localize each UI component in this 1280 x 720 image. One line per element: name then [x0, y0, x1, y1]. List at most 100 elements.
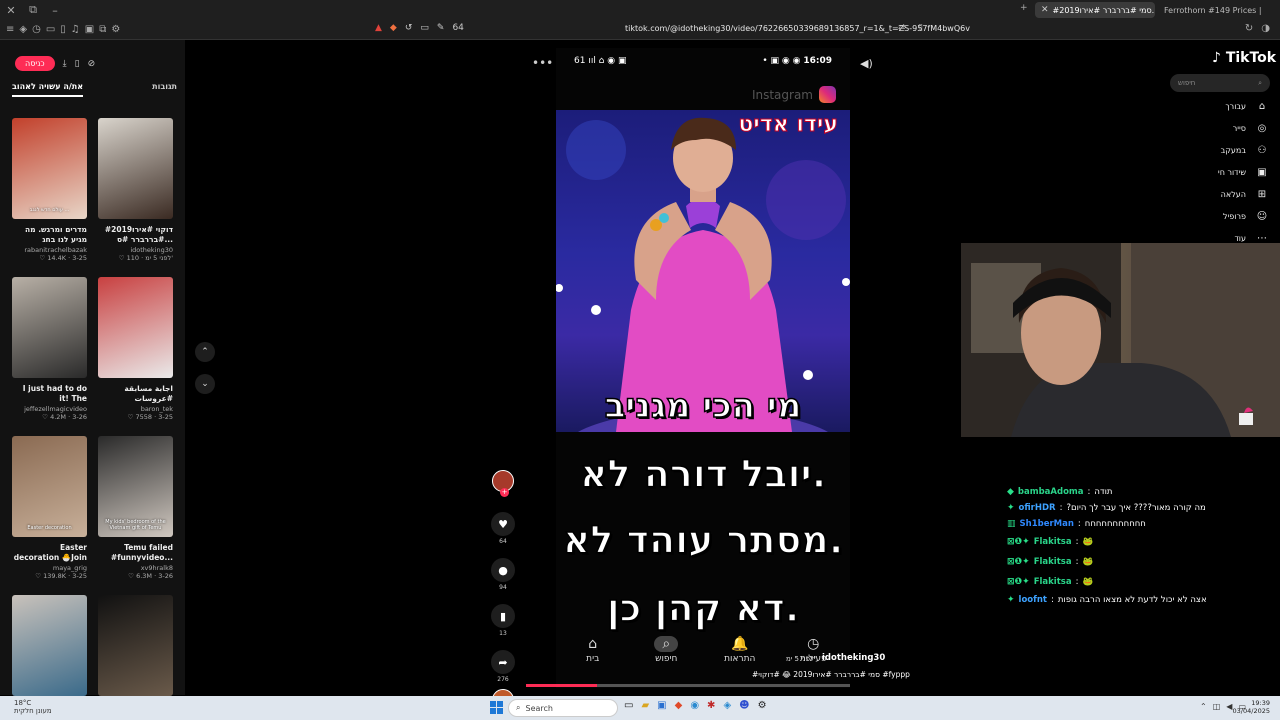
- close-window-icon[interactable]: ✕: [0, 4, 22, 17]
- video-card[interactable]: My kids' bedroom of the Vietnam gift of …: [98, 436, 173, 591]
- share-icon[interactable]: ⇄: [898, 23, 906, 33]
- phone-icon[interactable]: ▯: [75, 59, 80, 69]
- author-avatar[interactable]: +: [492, 470, 514, 497]
- tiktok-nav-item[interactable]: סייר ◎: [1233, 122, 1268, 134]
- video-card[interactable]: #דוקוי #אירו2019 #בררברר #ס... idotheking…: [98, 118, 173, 273]
- vscode-icon[interactable]: ◈: [723, 700, 731, 711]
- share-button[interactable]: ➦: [491, 650, 515, 674]
- video-thumbnail[interactable]: [98, 118, 173, 219]
- phone-nav-item[interactable]: ⌕ חיפוש: [637, 636, 695, 676]
- weather-widget[interactable]: 18°C מעונן חלקית: [14, 699, 52, 715]
- like-button[interactable]: ♥: [491, 512, 515, 536]
- video-thumbnail[interactable]: [98, 595, 173, 696]
- network-icon[interactable]: ◫: [1213, 702, 1221, 711]
- video-thumbnail[interactable]: [12, 595, 87, 696]
- file-explorer-icon[interactable]: ▰: [641, 700, 649, 711]
- shield-icon[interactable]: ◈: [19, 24, 27, 35]
- tiktok-nav-item[interactable]: שידור חי ▣: [1218, 166, 1268, 178]
- alert-icon[interactable]: ▲: [375, 23, 382, 33]
- video-thumbnail[interactable]: עולם חדש לנגב ...: [12, 118, 87, 219]
- close-icon[interactable]: ✕: [1041, 5, 1049, 15]
- video-card[interactable]: Easter decoration Easter decoration 🐣Join…: [12, 436, 87, 591]
- card-author[interactable]: maya_grig: [12, 564, 87, 572]
- chat-username[interactable]: Flakitsa: [1034, 557, 1072, 567]
- brave-shield-icon[interactable]: ◆: [390, 23, 397, 33]
- compass-icon[interactable]: ⊘: [88, 59, 96, 69]
- tiktok-nav-item[interactable]: עבורך ⌂: [1225, 100, 1268, 112]
- video-player[interactable]: 61 ııl ⌂ ◉ ▣ • ▣ ◉ ◉ 16:09 Instagram עיד…: [556, 48, 850, 688]
- tab-you-may-like[interactable]: את/ה עשויה לאהוב: [12, 82, 84, 97]
- speaker-icon[interactable]: ◀: [1226, 702, 1232, 711]
- next-video-button[interactable]: ⌄: [195, 374, 215, 394]
- discord-icon[interactable]: ☻: [739, 700, 749, 711]
- music-icon[interactable]: ♫: [71, 24, 80, 35]
- video-thumbnail[interactable]: [12, 277, 87, 378]
- reload-icon[interactable]: ↻: [1245, 23, 1253, 34]
- chat-username[interactable]: Flakitsa: [1034, 577, 1072, 587]
- save-button[interactable]: ▮: [491, 604, 515, 628]
- tab-tiktok-video[interactable]: ✕ #סמי #בררברר #אירו2019...: [1035, 2, 1155, 18]
- chat-username[interactable]: Sh1berMan: [1020, 519, 1074, 529]
- video-thumbnail[interactable]: Easter decoration: [12, 436, 87, 537]
- chat-username[interactable]: loofnt: [1019, 595, 1047, 605]
- undo-icon[interactable]: ↺: [405, 23, 413, 33]
- tiktok-nav-item[interactable]: פרופיל ☺: [1223, 210, 1268, 222]
- tab-ferrothorn-prices[interactable]: Ferrothorn #149 Prices | Pokemon W...: [1158, 2, 1262, 18]
- card-author[interactable]: idotheking30: [98, 246, 173, 254]
- store-icon[interactable]: ▣: [657, 700, 666, 711]
- settings-icon[interactable]: ⚙: [111, 24, 120, 35]
- minimize-window-icon[interactable]: –: [44, 4, 66, 17]
- history-icon[interactable]: ◷: [32, 24, 41, 35]
- card-caption[interactable]: מדרים ומרגש. מה מגיע לנו בחג הפסח...: [12, 225, 87, 245]
- card-caption[interactable]: اجابة مسابقة #عروسات #مشاهات #fyp...: [98, 384, 173, 404]
- chat-username[interactable]: bambaAdoma: [1018, 487, 1084, 497]
- tiktok-nav-item[interactable]: במעקב ⚇: [1221, 144, 1268, 156]
- video-card[interactable]: اجابة مسابقة #عروسات #مشاهات #fyp...baro…: [98, 277, 173, 432]
- screenshot-icon[interactable]: ▣: [85, 24, 94, 35]
- volume-icon[interactable]: ◀): [860, 57, 873, 70]
- steam-icon[interactable]: ◉: [690, 700, 699, 711]
- tab-comments[interactable]: תגובות: [152, 82, 177, 97]
- translate-icon[interactable]: ✎: [437, 23, 445, 33]
- tiktok-logo[interactable]: ♪ TikTok: [1212, 50, 1276, 66]
- video-progress-bar[interactable]: [526, 684, 850, 687]
- tiktok-nav-item[interactable]: העלאה ⊞: [1221, 188, 1268, 200]
- ext-icon[interactable]: ◑: [1261, 23, 1270, 34]
- taskbar-search[interactable]: ⌕ Search: [508, 699, 618, 717]
- bookmark-icon[interactable]: ▯: [918, 23, 923, 33]
- chevron-up-icon[interactable]: ⌃: [1200, 702, 1207, 711]
- card-author[interactable]: xv9hralk8: [98, 564, 173, 572]
- video-thumbnail[interactable]: [98, 277, 173, 378]
- task-view-icon[interactable]: ▭: [624, 700, 633, 711]
- card-caption[interactable]: I just had to do it! The reactions!...: [12, 384, 87, 404]
- phone-nav-item[interactable]: ⌂ בית: [564, 636, 622, 676]
- card-author[interactable]: rabanitrachelbazak: [12, 246, 87, 254]
- more-options-icon[interactable]: •••: [532, 56, 553, 70]
- search-icon[interactable]: ⌕: [1258, 79, 1262, 88]
- window-icon[interactable]: ▭: [420, 23, 429, 33]
- chat-username[interactable]: Flakitsa: [1034, 537, 1072, 547]
- menu-icon[interactable]: ≡: [6, 24, 14, 35]
- card-caption[interactable]: Temu failed #funnyvideo...: [98, 543, 173, 563]
- app-icon[interactable]: ✱: [707, 700, 715, 711]
- video-author[interactable]: idotheking30: [822, 653, 885, 663]
- login-button[interactable]: כניסה: [15, 56, 55, 71]
- search-input[interactable]: חיפוש ⌕: [1170, 74, 1270, 92]
- card-caption[interactable]: #דוקוי #אירו2019 #בררברר #ס...: [98, 225, 173, 245]
- brave-icon[interactable]: ◆: [675, 700, 683, 711]
- video-thumbnail[interactable]: My kids' bedroom of the Vietnam gift of …: [98, 436, 173, 537]
- taskbar-clock[interactable]: 19:39 03/04/2025: [1233, 699, 1270, 715]
- previous-video-button[interactable]: ⌃: [195, 342, 215, 362]
- video-card[interactable]: I just had to do it! The reactions!...je…: [12, 277, 87, 432]
- ext-badge[interactable]: 64: [452, 23, 463, 33]
- card-caption[interactable]: Easter decoration 🐣Join the page...: [12, 543, 87, 563]
- video-caption[interactable]: #סמי #בררברר #אירו2019 😂 #דוקוי #fyppp: [752, 670, 910, 679]
- video-card[interactable]: עולם חדש לנגב ... מדרים ומרגש. מה מגיע לנ…: [12, 118, 87, 273]
- start-button[interactable]: [490, 701, 503, 714]
- new-tab-icon[interactable]: +: [1020, 3, 1028, 13]
- restore-window-icon[interactable]: ⧉: [22, 3, 44, 17]
- sidebar-icon[interactable]: ▯: [60, 24, 66, 35]
- settings-icon[interactable]: ⚙: [758, 700, 767, 711]
- download-icon[interactable]: ⤓: [63, 59, 67, 69]
- comment-button[interactable]: ●: [491, 558, 515, 582]
